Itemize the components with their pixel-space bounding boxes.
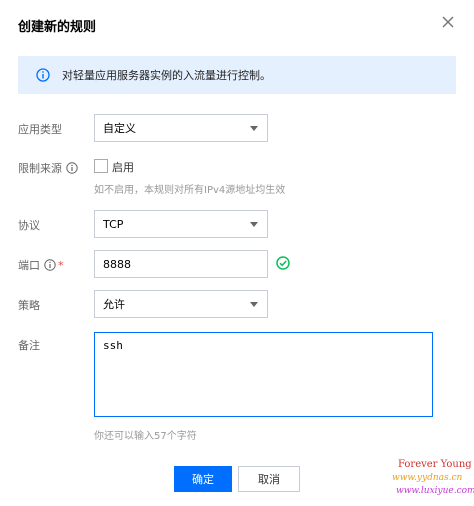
app-type-value: 自定义 <box>103 122 136 135</box>
source-label: 限制来源 <box>18 160 78 176</box>
check-circle-icon <box>276 256 290 270</box>
app-type-select[interactable]: 自定义 <box>94 114 268 142</box>
watermark-line-1: Forever Young <box>398 459 472 470</box>
protocol-value: TCP <box>103 217 124 231</box>
source-hint: 如不启用，本规则对所有IPv4源地址均生效 <box>94 185 286 196</box>
confirm-button[interactable]: 确定 <box>174 466 232 492</box>
info-circle-icon[interactable] <box>44 259 56 271</box>
info-text: 对轻量应用服务器实例的入流量进行控制。 <box>62 69 271 82</box>
watermark-line-2: www.yydnas.cn <box>392 473 463 483</box>
chevron-down-icon <box>250 126 258 131</box>
protocol-select[interactable]: TCP <box>94 210 268 238</box>
app-type-label: 应用类型 <box>18 123 62 136</box>
info-circle-icon[interactable] <box>66 162 78 174</box>
policy-value: 允许 <box>103 298 125 311</box>
note-textarea[interactable]: ssh <box>94 332 433 417</box>
port-label: 端口 * <box>18 258 64 273</box>
enable-source-checkbox[interactable] <box>94 159 108 173</box>
policy-select[interactable]: 允许 <box>94 290 268 318</box>
policy-label: 策略 <box>18 299 40 312</box>
dialog-title: 创建新的规则 <box>18 20 97 35</box>
port-input[interactable] <box>94 250 268 278</box>
info-banner: 对轻量应用服务器实例的入流量进行控制。 <box>18 56 456 94</box>
close-icon[interactable] <box>440 14 456 30</box>
note-char-hint: 你还可以输入57个字符 <box>94 431 197 442</box>
cancel-button[interactable]: 取消 <box>238 466 300 492</box>
required-mark: * <box>58 258 64 272</box>
chevron-down-icon <box>250 302 258 307</box>
note-label: 备注 <box>18 339 40 352</box>
chevron-down-icon <box>250 222 258 227</box>
create-rule-dialog: 创建新的规则 对轻量应用服务器实例的入流量进行控制。 应用类型 自定义 限制来源… <box>0 0 474 506</box>
enable-source-label: 启用 <box>112 161 134 174</box>
info-icon <box>36 68 50 82</box>
protocol-label: 协议 <box>18 219 40 232</box>
watermark-line-3: www.luxiyue.com <box>396 486 474 496</box>
